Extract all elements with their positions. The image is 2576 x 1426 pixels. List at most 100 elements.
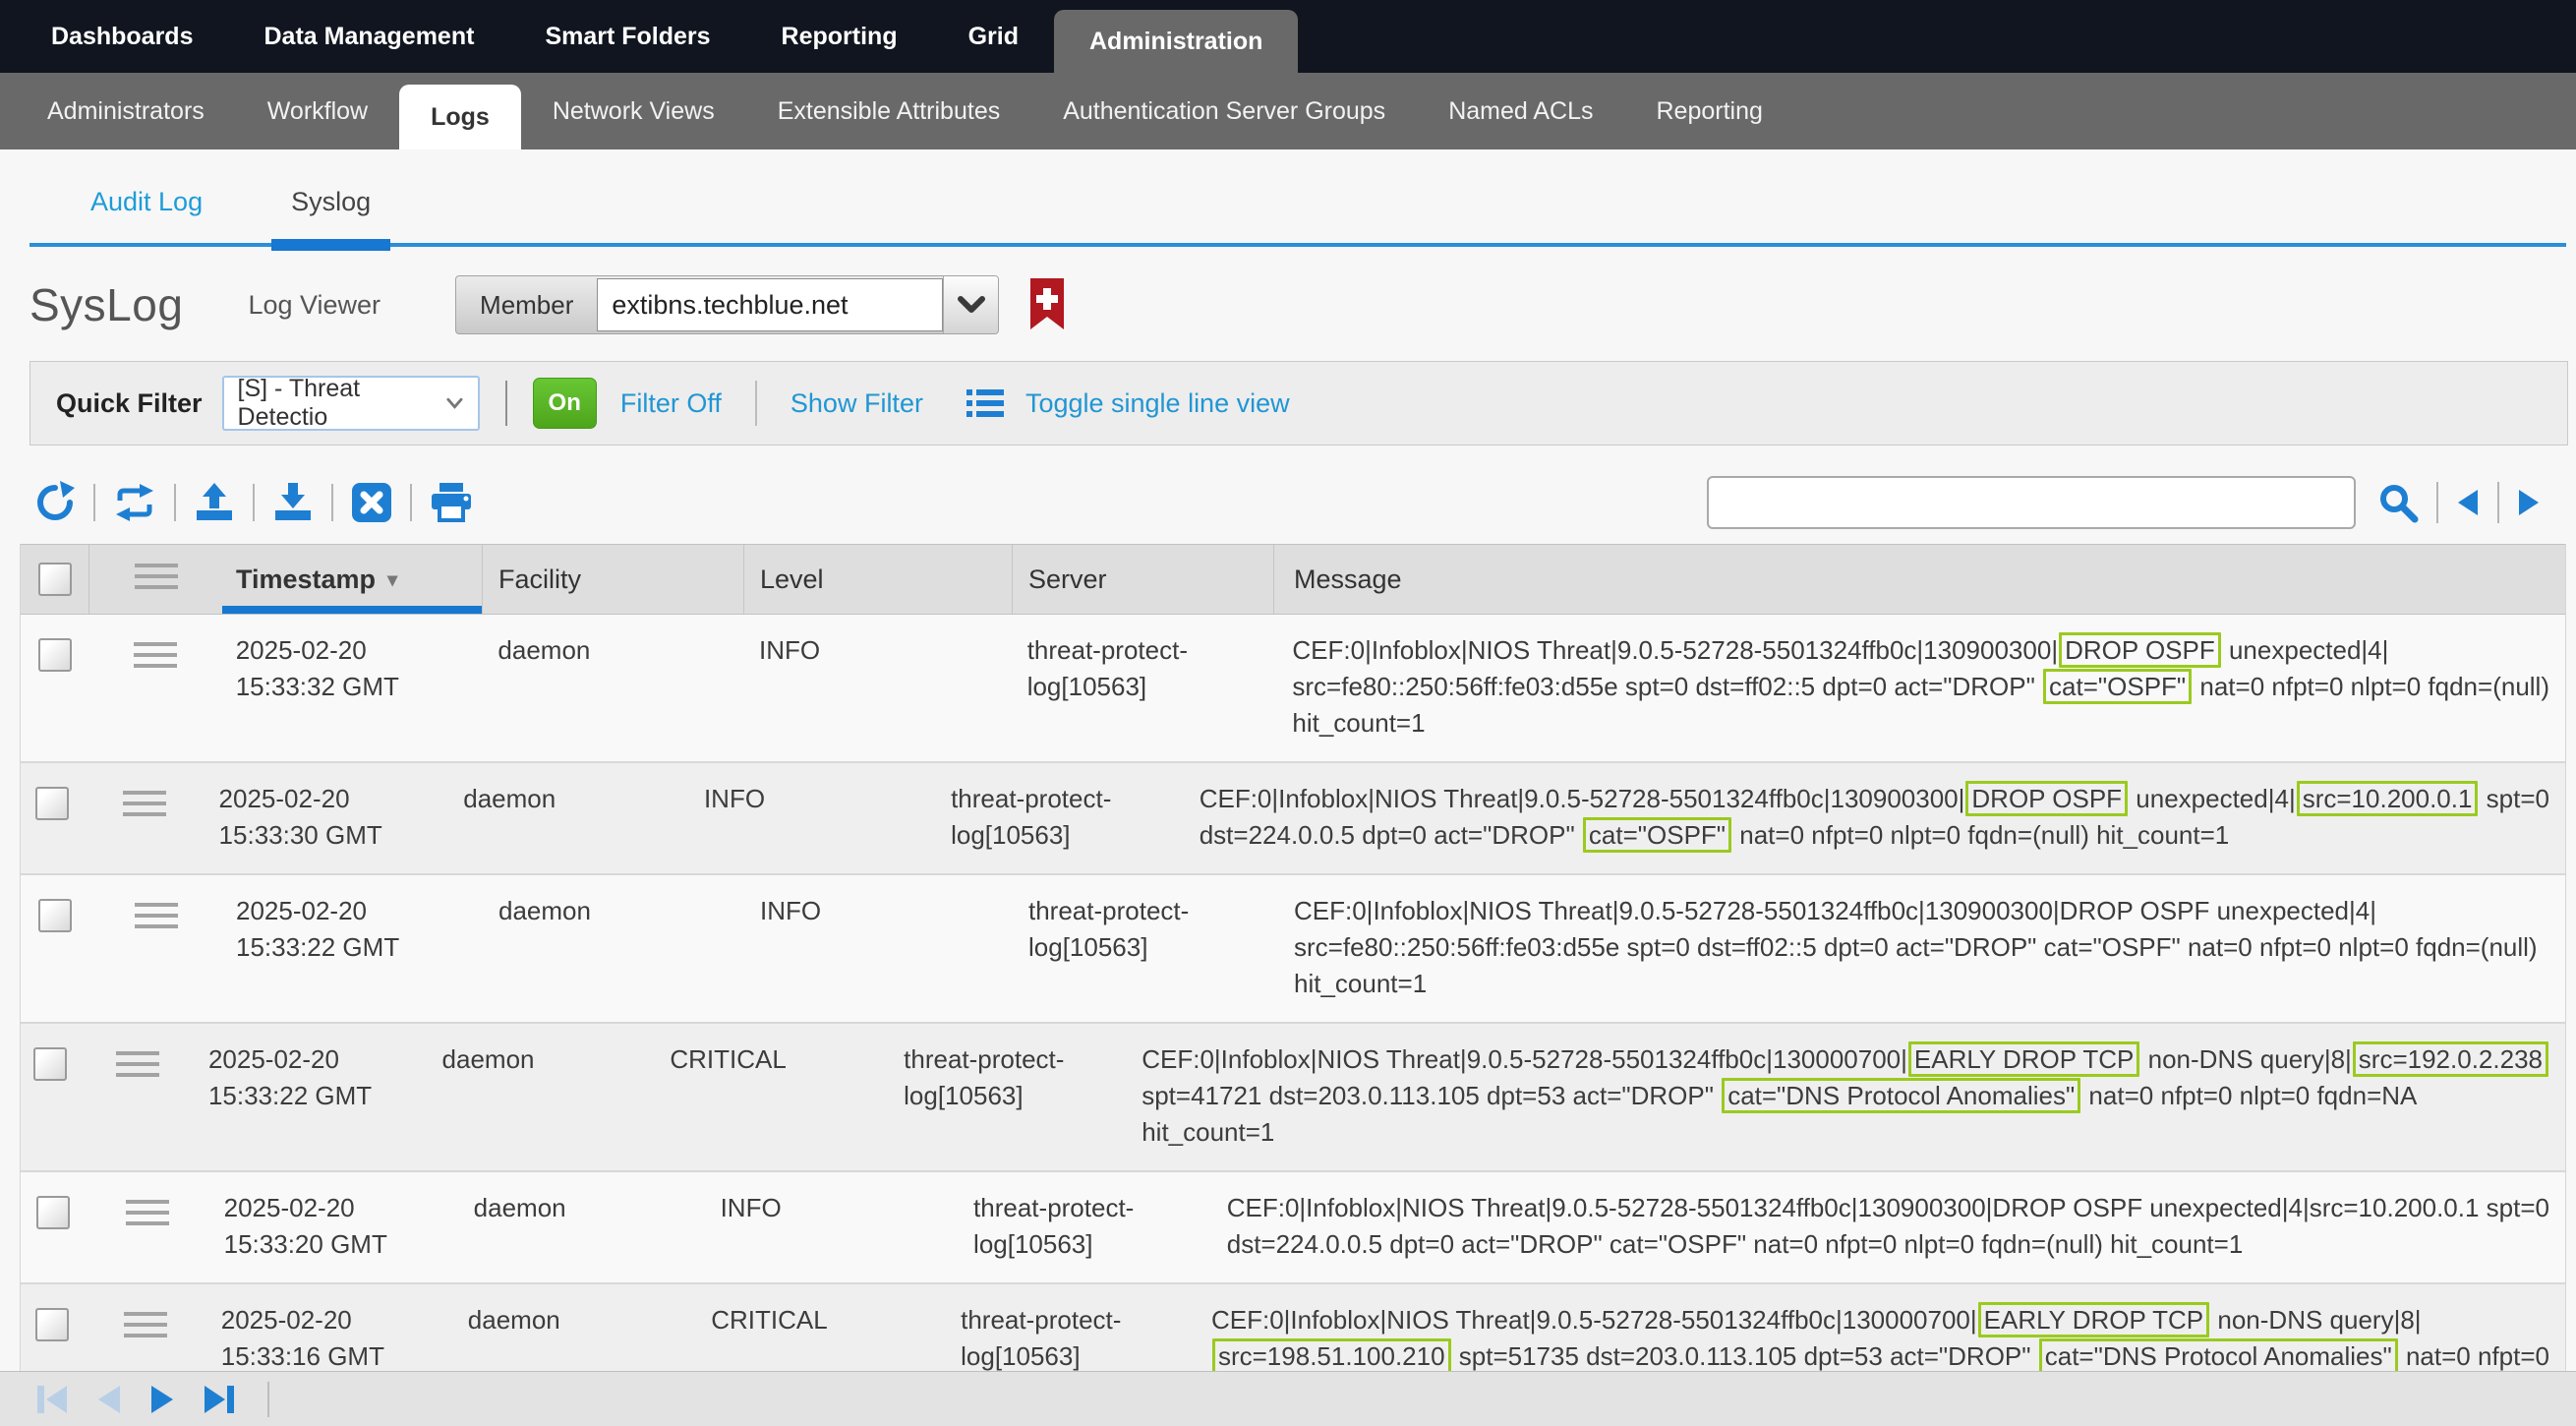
column-header-level[interactable]: Level <box>744 545 1013 614</box>
message-text: CEF:0|Infoblox|NIOS Threat|9.0.5-52728-5… <box>1142 1044 1907 1074</box>
administration-sub-navigation: AdministratorsWorkflowLogsNetwork ViewsE… <box>0 73 2576 149</box>
tab-syslog[interactable]: Syslog <box>291 187 371 243</box>
subnav-item-named-acls[interactable]: Named ACLs <box>1417 73 1624 149</box>
syslog-page: DashboardsData ManagementSmart FoldersRe… <box>0 0 2576 1426</box>
subnav-item-administrators[interactable]: Administrators <box>16 73 236 149</box>
row-menu-icon[interactable] <box>89 891 222 935</box>
row-select-cell <box>21 779 84 820</box>
subnav-item-network-views[interactable]: Network Views <box>521 73 746 149</box>
subnav-item-workflow[interactable]: Workflow <box>236 73 399 149</box>
table-row: 2025-02-20 15:33:22 GMTdaemonCRITICALthr… <box>21 1024 2565 1172</box>
message-line: hit_count=1 <box>1292 705 2549 742</box>
column-label: Server <box>1028 564 1107 595</box>
refresh-icon[interactable] <box>33 481 77 524</box>
message-line: dst=224.0.0.5 dpt=0 act="DROP" cat="OSPF… <box>1200 817 2549 854</box>
row-server: threat-protect-log[10563] <box>1013 891 1274 966</box>
search-previous-icon[interactable] <box>2456 488 2480 517</box>
row-facility: daemon <box>452 1300 695 1338</box>
column-header-facility[interactable]: Facility <box>483 545 744 614</box>
row-facility: daemon <box>447 779 688 817</box>
row-timestamp: 2025-02-20 15:33:30 GMT <box>205 779 448 854</box>
clear-filter-icon[interactable] <box>350 481 393 524</box>
row-facility: daemon <box>427 1040 655 1078</box>
row-timestamp: 2025-02-20 15:33:22 GMT <box>195 1040 427 1114</box>
first-page-button[interactable] <box>35 1384 69 1415</box>
next-page-button[interactable] <box>149 1384 175 1415</box>
topnav-item-data-management[interactable]: Data Management <box>228 0 509 73</box>
topnav-item-smart-folders[interactable]: Smart Folders <box>509 0 745 73</box>
row-checkbox[interactable] <box>35 787 69 820</box>
previous-page-button[interactable] <box>96 1384 122 1415</box>
divider <box>755 381 757 426</box>
row-checkbox[interactable] <box>38 638 72 672</box>
topnav-item-reporting[interactable]: Reporting <box>746 0 933 73</box>
member-dropdown-value: extibns.techblue.net <box>612 290 848 321</box>
subnav-item-reporting[interactable]: Reporting <box>1624 73 1793 149</box>
hamburger-icon <box>116 1051 159 1084</box>
table-row: 2025-02-20 15:33:22 GMTdaemonINFOthreat-… <box>21 875 2565 1024</box>
column-label: Timestamp <box>236 564 376 595</box>
bookmark-add-icon[interactable] <box>1026 276 1068 333</box>
row-menu-icon[interactable] <box>85 1300 207 1344</box>
row-menu-icon[interactable] <box>86 1188 210 1232</box>
row-message: CEF:0|Infoblox|NIOS Threat|9.0.5-52728-5… <box>1180 779 2565 854</box>
search-next-icon[interactable] <box>2517 488 2541 517</box>
single-line-view-icon[interactable] <box>966 387 1004 419</box>
row-menu-icon[interactable] <box>84 779 205 823</box>
search-icon[interactable] <box>2377 482 2419 523</box>
member-dropdown[interactable]: extibns.techblue.net <box>597 278 943 331</box>
tab-audit-log[interactable]: Audit Log <box>90 187 203 243</box>
topnav-item-dashboards[interactable]: Dashboards <box>16 0 228 73</box>
column-header-message[interactable]: Message <box>1274 545 2565 614</box>
follow-polling-icon[interactable] <box>112 483 157 522</box>
show-filter-link[interactable]: Show Filter <box>790 388 923 419</box>
subnav-item-logs[interactable]: Logs <box>399 85 521 149</box>
column-label: Level <box>760 564 824 595</box>
row-checkbox[interactable] <box>36 1196 70 1229</box>
select-all-checkbox[interactable] <box>21 545 89 614</box>
quick-filter-label: Quick Filter <box>56 388 203 419</box>
row-menu-icon[interactable] <box>80 1040 195 1084</box>
message-line: src=198.51.100.210 spt=51735 dst=203.0.1… <box>1211 1338 2549 1375</box>
chevron-down-icon[interactable] <box>943 276 998 333</box>
toggle-single-line-view-link[interactable]: Toggle single line view <box>1025 388 1290 419</box>
upload-icon[interactable] <box>193 481 236 524</box>
row-checkbox[interactable] <box>33 1047 67 1081</box>
message-text: spt=0 <box>2479 784 2549 813</box>
row-select-cell <box>21 1040 80 1081</box>
download-icon[interactable] <box>271 481 315 524</box>
quick-filter-dropdown[interactable]: [S] - Threat Detectio <box>222 376 480 431</box>
subnav-item-authentication-server-groups[interactable]: Authentication Server Groups <box>1031 73 1417 149</box>
message-text: hit_count=1 <box>1142 1117 1274 1147</box>
filter-off-link[interactable]: Filter Off <box>620 388 722 419</box>
message-text: src=fe80::250:56ff:fe03:d55e spt=0 dst=f… <box>1292 672 2042 701</box>
row-select-cell <box>21 891 89 932</box>
row-checkbox[interactable] <box>38 899 72 932</box>
message-line: src=fe80::250:56ff:fe03:d55e spt=0 dst=f… <box>1292 669 2549 705</box>
message-line: hit_count=1 <box>1294 966 2549 1002</box>
column-header-server[interactable]: Server <box>1013 545 1274 614</box>
divider <box>410 484 412 521</box>
print-icon[interactable] <box>429 481 474 524</box>
sort-descending-icon: ▾ <box>387 567 397 592</box>
topnav-item-grid[interactable]: Grid <box>933 0 1054 73</box>
row-facility: daemon <box>482 630 743 669</box>
row-checkbox[interactable] <box>35 1308 69 1341</box>
row-server: threat-protect-log[10563] <box>888 1040 1122 1114</box>
search-input[interactable] <box>1707 476 2356 529</box>
header-menu-icon[interactable] <box>89 545 222 614</box>
subnav-item-extensible-attributes[interactable]: Extensible Attributes <box>746 73 1032 149</box>
column-header-timestamp[interactable]: Timestamp ▾ <box>222 545 483 614</box>
filter-on-toggle[interactable]: On <box>533 378 597 429</box>
row-server: threat-protect-log[10563] <box>1012 630 1273 705</box>
topnav-item-administration[interactable]: Administration <box>1054 10 1298 73</box>
message-line: CEF:0|Infoblox|NIOS Threat|9.0.5-52728-5… <box>1227 1190 2549 1226</box>
last-page-button[interactable] <box>203 1384 236 1415</box>
row-server: threat-protect-log[10563] <box>935 779 1180 854</box>
row-server: threat-protect-log[10563] <box>958 1188 1207 1263</box>
hamburger-icon <box>134 642 177 675</box>
message-text: CEF:0|Infoblox|NIOS Threat|9.0.5-52728-5… <box>1292 635 2058 665</box>
row-server: threat-protect-log[10563] <box>945 1300 1192 1375</box>
row-menu-icon[interactable] <box>89 630 222 675</box>
checkbox[interactable] <box>38 563 72 596</box>
